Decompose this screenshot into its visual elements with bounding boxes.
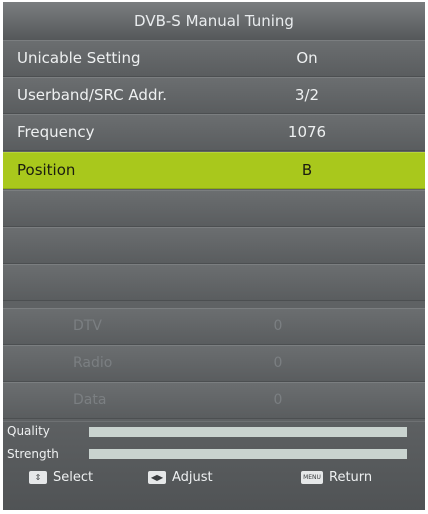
- setting-value: 3/2: [294, 86, 320, 104]
- help-return-label: Return: [329, 470, 373, 485]
- dtv-count-row: DTV 0: [3, 308, 425, 345]
- setting-value: B: [301, 161, 313, 179]
- setting-label: Unicable Setting: [17, 49, 141, 67]
- setting-label: Frequency: [17, 123, 95, 141]
- unicable-setting-row[interactable]: Unicable Setting On: [3, 40, 425, 77]
- menu-key-icon: MENU: [301, 471, 323, 484]
- strength-meter: [89, 449, 407, 459]
- help-select-label: Select: [53, 470, 94, 485]
- data-count-row: Data 0: [3, 382, 425, 419]
- help-return: MENU Return: [301, 470, 372, 485]
- up-down-arrows-icon: ⇕: [29, 471, 47, 484]
- tuning-screen: DVB-S Manual Tuning Unicable Setting On …: [3, 2, 425, 510]
- setting-label: Position: [17, 161, 76, 179]
- radio-count-row: Radio 0: [3, 345, 425, 382]
- title-bar: DVB-S Manual Tuning: [3, 2, 425, 40]
- count-value: 0: [273, 392, 283, 408]
- empty-row: [3, 264, 425, 301]
- left-right-arrows-icon: ◀▶: [148, 471, 166, 484]
- help-adjust-label: Adjust: [172, 470, 213, 485]
- count-value: 0: [273, 355, 283, 371]
- count-label: Data: [73, 392, 107, 408]
- frequency-row[interactable]: Frequency 1076: [3, 114, 425, 151]
- help-select: ⇕ Select: [29, 470, 93, 485]
- empty-row: [3, 227, 425, 264]
- count-label: DTV: [73, 318, 102, 334]
- quality-label: Quality: [7, 424, 50, 438]
- position-row[interactable]: Position B: [3, 152, 425, 189]
- empty-row: [3, 190, 425, 227]
- setting-label: Userband/SRC Addr.: [17, 86, 168, 104]
- quality-meter: [89, 427, 407, 437]
- help-adjust: ◀▶ Adjust: [148, 470, 213, 485]
- strength-label: Strength: [7, 447, 59, 461]
- userband-src-row[interactable]: Userband/SRC Addr. 3/2: [3, 77, 425, 114]
- setting-value: On: [296, 49, 318, 67]
- page-title: DVB-S Manual Tuning: [134, 12, 294, 30]
- count-value: 0: [273, 318, 283, 334]
- count-label: Radio: [73, 355, 113, 371]
- setting-value: 1076: [287, 123, 327, 141]
